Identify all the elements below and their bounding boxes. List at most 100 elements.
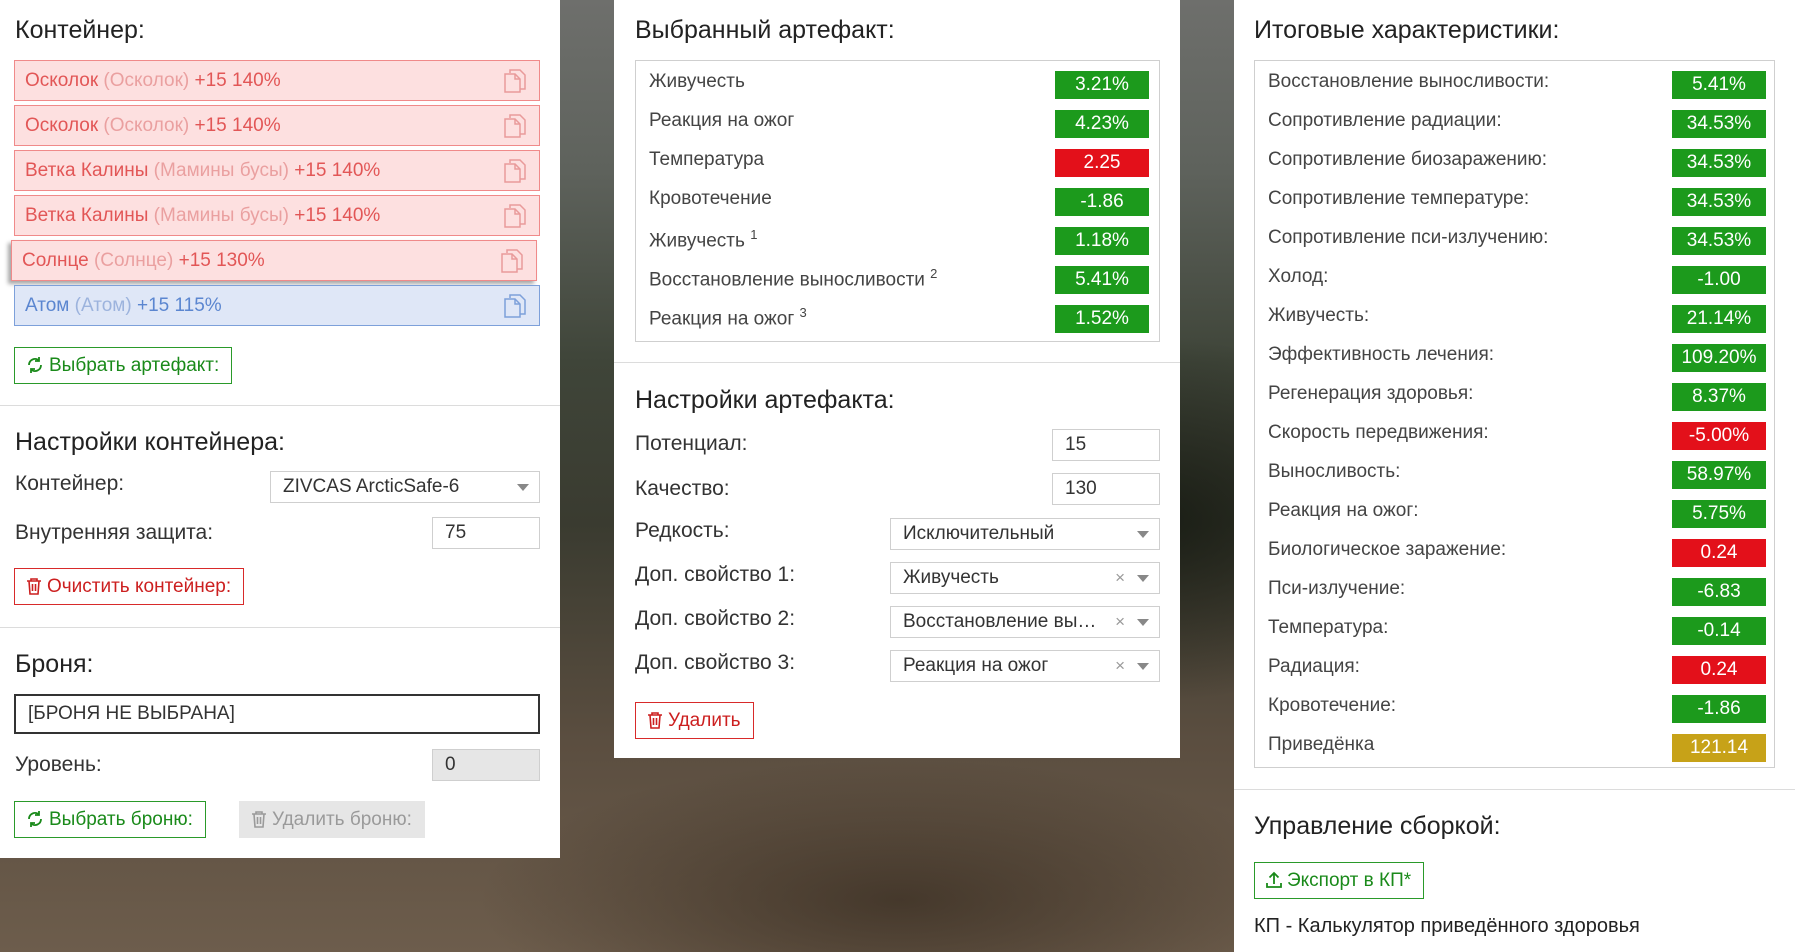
- total-value: 109.20%: [1672, 344, 1766, 372]
- item-level: +15 140%: [194, 115, 281, 136]
- total-label: Сопротивление радиации:: [1268, 110, 1502, 131]
- total-value: -6.83: [1672, 578, 1766, 606]
- container-select-value: ZIVCAS ArcticSafe-6: [283, 476, 460, 497]
- container-item[interactable]: Осколок (Осколок) +15 140%: [14, 105, 540, 146]
- total-row: Сопротивление биозаражению: 34.53%: [1255, 145, 1774, 179]
- item-name: Ветка Калины: [25, 160, 149, 181]
- total-row: Температура: -0.14: [1255, 613, 1774, 647]
- copy-icon[interactable]: [500, 248, 524, 274]
- rarity-select[interactable]: Исключительный: [890, 518, 1160, 550]
- container-panel: Контейнер: Осколок (Осколок) +15 140% Оск…: [0, 0, 560, 858]
- total-row: Радиация: 0.24: [1255, 652, 1774, 686]
- total-row: Пси-излучение: -6.83: [1255, 574, 1774, 608]
- copy-icon[interactable]: [503, 113, 527, 139]
- total-label: Эффективность лечения:: [1268, 344, 1495, 365]
- stat-value: 1.52%: [1055, 305, 1149, 333]
- total-row: Восстановление выносливости: 5.41%: [1255, 67, 1774, 101]
- total-value: -1.00: [1672, 266, 1766, 294]
- stat-sup: 2: [930, 266, 938, 281]
- container-item[interactable]: Ветка Калины (Мамины бусы) +15 140%: [14, 150, 540, 191]
- item-sub: (Мамины бусы): [153, 160, 289, 181]
- stat-row: Температура 2.25: [636, 145, 1159, 179]
- copy-icon[interactable]: [503, 68, 527, 94]
- item-level: +15 140%: [194, 70, 281, 91]
- item-level: +15 140%: [294, 205, 381, 226]
- container-item[interactable]: Ветка Калины (Мамины бусы) +15 140%: [14, 195, 540, 236]
- select-artifact-button[interactable]: Выбрать артефакт:: [14, 347, 233, 384]
- total-label: Биологическое заражение:: [1268, 539, 1507, 560]
- selected-artifact-title: Выбранный артефакт:: [635, 16, 895, 44]
- delete-artifact-label: Удалить: [668, 710, 741, 731]
- copy-icon[interactable]: [503, 158, 527, 184]
- potential-input[interactable]: 15: [1052, 429, 1160, 461]
- total-label: Сопротивление пси-излучению:: [1268, 227, 1549, 248]
- total-label: Регенерация здоровья:: [1268, 383, 1474, 404]
- copy-icon[interactable]: [503, 203, 527, 229]
- protection-input[interactable]: 75: [432, 517, 540, 549]
- clear-icon[interactable]: ×: [1115, 563, 1125, 593]
- item-sub: (Солнце): [93, 250, 174, 271]
- prop1-value: Живучесть: [903, 567, 999, 588]
- total-row: Сопротивление пси-излучению: 34.53%: [1255, 223, 1774, 257]
- item-name: Осколок: [25, 70, 99, 91]
- total-value: 34.53%: [1672, 188, 1766, 216]
- total-row: Биологическое заражение: 0.24: [1255, 535, 1774, 569]
- total-value: 34.53%: [1672, 227, 1766, 255]
- protection-label: Внутренняя защита:: [15, 521, 214, 544]
- delete-artifact-button[interactable]: Удалить: [635, 702, 754, 739]
- prop3-select[interactable]: Реакция на ожог ×: [890, 650, 1160, 682]
- total-value: 58.97%: [1672, 461, 1766, 489]
- item-name: Ветка Калины: [25, 205, 149, 226]
- build-footnote: КП - Калькулятор приведённого здоровья: [1254, 915, 1640, 937]
- total-value: -0.14: [1672, 617, 1766, 645]
- total-value: 21.14%: [1672, 305, 1766, 333]
- total-value: 34.53%: [1672, 149, 1766, 177]
- total-value: -1.86: [1672, 695, 1766, 723]
- armor-level-label: Уровень:: [15, 753, 102, 776]
- total-row: Выносливость: 58.97%: [1255, 457, 1774, 491]
- quality-label: Качество:: [635, 477, 730, 500]
- stat-row: Реакция на ожог 3 1.52%: [636, 301, 1159, 335]
- armor-field[interactable]: [БРОНЯ НЕ ВЫБРАНА]: [14, 694, 540, 734]
- select-armor-button[interactable]: Выбрать броню:: [14, 801, 206, 838]
- stat-label: Кровотечение: [649, 188, 772, 209]
- total-row: Регенерация здоровья: 8.37%: [1255, 379, 1774, 413]
- total-label: Кровотечение:: [1268, 695, 1397, 716]
- container-item[interactable]: Солнце (Солнце) +15 130%: [11, 240, 537, 281]
- rarity-value: Исключительный: [903, 523, 1055, 544]
- artifact-panel: Выбранный артефакт: Живучесть 3.21% Реакци…: [614, 0, 1180, 758]
- total-row: Живучесть: 21.14%: [1255, 301, 1774, 335]
- armor-title: Броня:: [15, 650, 94, 678]
- total-label: Холод:: [1268, 266, 1329, 287]
- container-select[interactable]: ZIVCAS ArcticSafe-6: [270, 471, 540, 503]
- container-item[interactable]: Осколок (Осколок) +15 140%: [14, 60, 540, 101]
- total-value: 5.41%: [1672, 71, 1766, 99]
- stat-label: Живучесть: [649, 71, 745, 92]
- export-button[interactable]: Экспорт в КП*: [1254, 862, 1425, 899]
- clear-container-label: Очистить контейнер:: [47, 576, 232, 597]
- item-name: Солнце: [22, 250, 89, 271]
- clear-icon[interactable]: ×: [1115, 651, 1125, 681]
- prop1-select[interactable]: Живучесть ×: [890, 562, 1160, 594]
- total-value: 0.24: [1672, 656, 1766, 684]
- total-value: 5.75%: [1672, 500, 1766, 528]
- container-item[interactable]: Атом (Атом) +15 115%: [14, 285, 540, 326]
- copy-icon[interactable]: [503, 293, 527, 319]
- stat-label: Реакция на ожог: [649, 110, 795, 131]
- total-row: Скорость передвижения: -5.00%: [1255, 418, 1774, 452]
- total-value: 121.14: [1672, 734, 1766, 762]
- total-label: Реакция на ожог:: [1268, 500, 1419, 521]
- chevron-down-icon: [1137, 663, 1149, 670]
- clear-container-button[interactable]: Очистить контейнер:: [14, 568, 245, 605]
- prop2-select[interactable]: Восстановление выносливости ×: [890, 606, 1160, 638]
- total-row: Приведёнка 121.14: [1255, 730, 1774, 764]
- item-name: Осколок: [25, 115, 99, 136]
- total-label: Сопротивление биозаражению:: [1268, 149, 1548, 170]
- chevron-down-icon: [1137, 575, 1149, 582]
- total-row: Холод: -1.00: [1255, 262, 1774, 296]
- stat-sup: 1: [750, 227, 758, 242]
- clear-icon[interactable]: ×: [1115, 607, 1125, 637]
- delete-armor-button: Удалить броню:: [239, 801, 425, 838]
- quality-input[interactable]: 130: [1052, 473, 1160, 505]
- total-row: Сопротивление радиации: 34.53%: [1255, 106, 1774, 140]
